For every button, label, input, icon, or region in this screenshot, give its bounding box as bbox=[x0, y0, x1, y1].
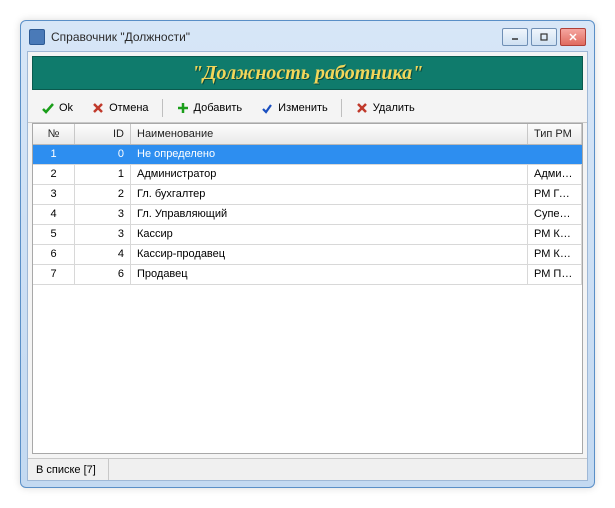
table-row[interactable]: 64Кассир-продавецРМ Касс. bbox=[33, 245, 582, 265]
banner: "Должность работника" bbox=[32, 56, 583, 90]
table-row[interactable]: 43Гл. УправляющийСуперви. bbox=[33, 205, 582, 225]
maximize-button[interactable] bbox=[531, 28, 557, 46]
cell-num: 4 bbox=[33, 205, 75, 224]
cell-rm: РМ Прод bbox=[528, 265, 582, 284]
cell-id: 6 bbox=[75, 265, 131, 284]
table-row[interactable]: 76ПродавецРМ Прод bbox=[33, 265, 582, 285]
status-count: В списке [7] bbox=[36, 459, 109, 480]
delete-label: Удалить bbox=[373, 102, 415, 114]
cell-name: Продавец bbox=[131, 265, 528, 284]
cell-num: 2 bbox=[33, 165, 75, 184]
cell-num: 1 bbox=[33, 145, 75, 164]
cell-name: Гл. бухгалтер bbox=[131, 185, 528, 204]
ok-button[interactable]: Ok bbox=[34, 98, 80, 118]
cell-num: 7 bbox=[33, 265, 75, 284]
window-buttons bbox=[502, 28, 586, 46]
cell-rm: Суперви. bbox=[528, 205, 582, 224]
toolbar-separator bbox=[341, 99, 342, 117]
toolbar-separator bbox=[162, 99, 163, 117]
cancel-button[interactable]: Отмена bbox=[84, 98, 155, 118]
cell-rm: РМ Глав. bbox=[528, 185, 582, 204]
statusbar: В списке [7] bbox=[28, 458, 587, 480]
cell-num: 5 bbox=[33, 225, 75, 244]
delete-button[interactable]: Удалить bbox=[348, 98, 422, 118]
col-num[interactable]: № bbox=[33, 124, 75, 144]
table-row[interactable]: 21АдминистраторАдминис bbox=[33, 165, 582, 185]
cell-id: 4 bbox=[75, 245, 131, 264]
banner-text: "Должность работника" bbox=[192, 62, 424, 85]
minimize-button[interactable] bbox=[502, 28, 528, 46]
check-icon bbox=[41, 101, 55, 115]
check-small-icon bbox=[260, 101, 274, 115]
close-button[interactable] bbox=[560, 28, 586, 46]
cell-rm: РМ Касс. bbox=[528, 225, 582, 244]
add-label: Добавить bbox=[194, 102, 243, 114]
cell-name: Гл. Управляющий bbox=[131, 205, 528, 224]
app-icon bbox=[29, 29, 45, 45]
cancel-label: Отмена bbox=[109, 102, 148, 114]
table-row[interactable]: 10Не определено bbox=[33, 145, 582, 165]
edit-button[interactable]: Изменить bbox=[253, 98, 335, 118]
titlebar[interactable]: Справочник "Должности" bbox=[27, 27, 588, 51]
close-icon bbox=[568, 32, 578, 42]
cell-rm bbox=[528, 145, 582, 164]
maximize-icon bbox=[539, 32, 549, 42]
cell-id: 3 bbox=[75, 225, 131, 244]
table-row[interactable]: 53КассирРМ Касс. bbox=[33, 225, 582, 245]
cell-num: 6 bbox=[33, 245, 75, 264]
col-id[interactable]: ID bbox=[75, 124, 131, 144]
cell-name: Кассир-продавец bbox=[131, 245, 528, 264]
cell-name: Администратор bbox=[131, 165, 528, 184]
cell-name: Не определено bbox=[131, 145, 528, 164]
ok-label: Ok bbox=[59, 102, 73, 114]
cell-num: 3 bbox=[33, 185, 75, 204]
cell-id: 1 bbox=[75, 165, 131, 184]
cell-id: 2 bbox=[75, 185, 131, 204]
cell-rm: РМ Касс. bbox=[528, 245, 582, 264]
window-title: Справочник "Должности" bbox=[51, 30, 502, 44]
minimize-icon bbox=[510, 32, 520, 42]
x-icon bbox=[91, 101, 105, 115]
col-name[interactable]: Наименование bbox=[131, 124, 528, 144]
cell-id: 0 bbox=[75, 145, 131, 164]
grid-body: 10Не определено21АдминистраторАдминис32Г… bbox=[33, 145, 582, 453]
col-rm[interactable]: Тип РМ bbox=[528, 124, 582, 144]
x-icon bbox=[355, 101, 369, 115]
client-area: "Должность работника" Ok Отмена Доба bbox=[27, 51, 588, 481]
grid-header: № ID Наименование Тип РМ bbox=[33, 124, 582, 145]
table-row[interactable]: 32Гл. бухгалтерРМ Глав. bbox=[33, 185, 582, 205]
edit-label: Изменить bbox=[278, 102, 328, 114]
add-button[interactable]: Добавить bbox=[169, 98, 250, 118]
cell-rm: Админис bbox=[528, 165, 582, 184]
toolbar: Ok Отмена Добавить Изменить bbox=[28, 94, 587, 123]
cell-name: Кассир bbox=[131, 225, 528, 244]
cell-id: 3 bbox=[75, 205, 131, 224]
app-window: Справочник "Должности" "Должность работн… bbox=[20, 20, 595, 488]
plus-icon bbox=[176, 101, 190, 115]
data-grid[interactable]: № ID Наименование Тип РМ 10Не определено… bbox=[32, 123, 583, 454]
